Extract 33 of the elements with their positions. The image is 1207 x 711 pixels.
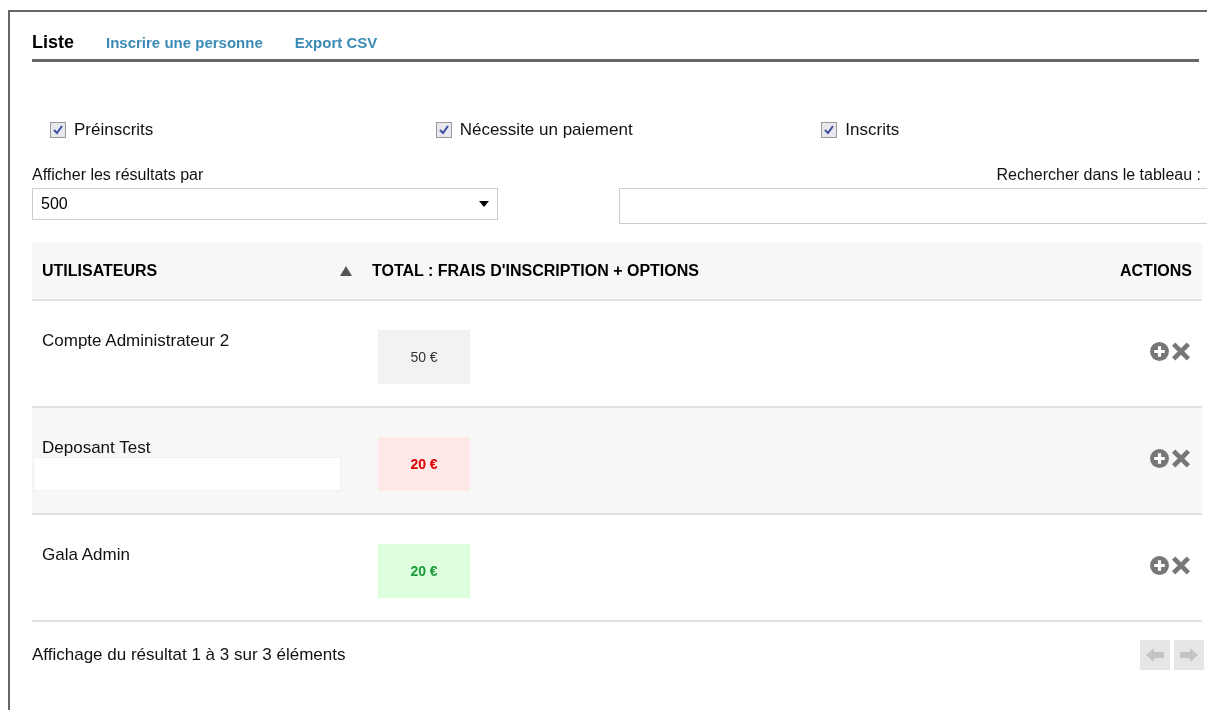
column-header[interactable]: UTILISATEURS: [42, 262, 158, 280]
page-size-dropdown[interactable]: 500: [32, 188, 498, 220]
left-arrow-icon: [1146, 648, 1164, 662]
add-icon[interactable]: [1149, 341, 1170, 362]
results-info: Affichage du résultat 1 à 3 sur 3 éléments: [32, 645, 346, 665]
column-header: ACTIONS: [1120, 262, 1192, 279]
add-icon[interactable]: [1149, 448, 1170, 469]
caret-icon: [479, 201, 489, 207]
checkbox[interactable]: [50, 122, 66, 138]
tab[interactable]: Liste: [32, 32, 74, 53]
right-arrow-icon: [1180, 648, 1198, 662]
search-field[interactable]: [619, 188, 1207, 224]
delete-icon[interactable]: [1170, 555, 1192, 576]
checkbox-label: Inscrits: [845, 120, 900, 140]
amount-badge: 50 €: [378, 330, 470, 384]
field-label: Rechercher dans le tableau :: [996, 166, 1201, 184]
checkbox-label: Nécessite un paiement: [459, 120, 633, 140]
sort-up-icon[interactable]: [340, 266, 352, 276]
user-name: Deposant Test: [42, 438, 151, 458]
column-header[interactable]: TOTAL : FRAIS D'INSCRIPTION + OPTIONS: [372, 262, 699, 279]
field-label: Afficher les résultats par: [32, 166, 205, 184]
amount-badge: 20 €: [378, 544, 470, 598]
tab[interactable]: Inscrire une personne: [106, 34, 263, 51]
checkbox[interactable]: [821, 122, 838, 138]
user-name: Compte Administrateur 2: [42, 331, 230, 351]
amount-badge: 20 €: [378, 437, 470, 491]
checkbox-label: Préinscrits: [74, 120, 154, 140]
delete-icon[interactable]: [1170, 448, 1192, 469]
user-name: Gala Admin: [42, 545, 130, 565]
checkbox[interactable]: [435, 122, 452, 138]
delete-icon[interactable]: [1170, 341, 1192, 362]
add-icon[interactable]: [1149, 555, 1170, 576]
tab[interactable]: Export CSV: [294, 34, 378, 51]
